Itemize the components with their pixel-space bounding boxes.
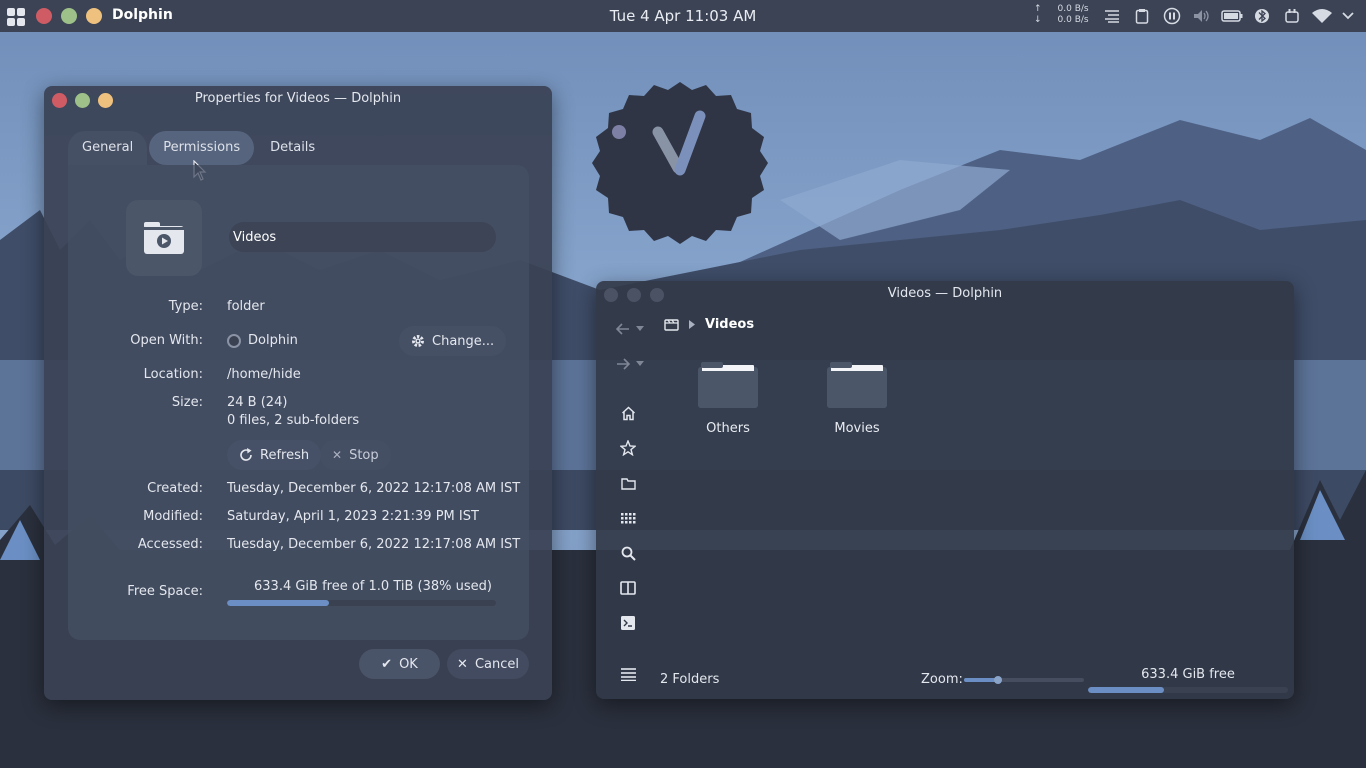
folder-item[interactable]: Movies [817, 361, 897, 436]
free-space-bar-fill [227, 600, 330, 606]
gear-icon [412, 335, 424, 347]
type-value: folder [227, 299, 265, 314]
clock[interactable]: Tue 4 Apr 11:03 AM [560, 7, 806, 25]
open-with-value: Dolphin [227, 333, 298, 348]
stop-button[interactable]: ✕ Stop [320, 440, 391, 470]
folder-icon[interactable] [617, 472, 639, 494]
checkmark-icon: ✔ [381, 656, 393, 672]
pause-icon[interactable] [1162, 7, 1182, 25]
zoom-label: Zoom: [921, 672, 963, 687]
forward-button[interactable] [616, 355, 652, 373]
folder-video-icon[interactable] [126, 200, 202, 276]
chevron-down-icon [636, 361, 644, 366]
folder-icon [827, 362, 887, 408]
window-title: Properties for Videos — Dolphin [194, 91, 402, 106]
stop-button-label: Stop [349, 447, 379, 463]
star-icon[interactable] [617, 437, 639, 459]
download-arrow-icon: ↓ [1034, 15, 1042, 25]
accessed-label: Accessed: [137, 537, 203, 552]
chevron-down-icon[interactable] [1341, 7, 1355, 25]
chevron-down-icon [636, 326, 644, 331]
folder-item[interactable]: Others [688, 361, 768, 436]
dolphin-app-icon [227, 333, 241, 348]
refresh-button[interactable]: Refresh [227, 440, 322, 470]
change-button[interactable]: Change... [399, 326, 507, 356]
modified-label: Modified: [143, 509, 203, 524]
properties-window: Properties for Videos — Dolphin General … [44, 86, 552, 700]
app-launcher-icon[interactable] [7, 8, 25, 26]
home-icon[interactable] [617, 402, 639, 424]
volume-icon[interactable] [1192, 7, 1212, 25]
free-space-value: 633.4 GiB free of 1.0 TiB (38% used) [254, 579, 492, 594]
zoom-slider-handle[interactable] [993, 676, 1002, 684]
maximize-window-button[interactable] [86, 8, 102, 24]
size-label: Size: [171, 395, 203, 410]
tab-details[interactable]: Details [256, 131, 329, 165]
free-space-text: 633.4 GiB free [1141, 667, 1235, 682]
open-with-app-name: Dolphin [248, 333, 298, 348]
wifi-icon[interactable] [1311, 7, 1333, 25]
name-field[interactable] [229, 222, 496, 252]
download-speed: 0.0 B/s [1057, 15, 1089, 25]
status-count: 2 Folders [660, 672, 720, 687]
breadcrumb-current[interactable]: Videos [705, 317, 754, 332]
folder-label: Movies [834, 421, 880, 436]
modified-value: Saturday, April 1, 2023 2:21:39 PM IST [227, 509, 479, 524]
minimize-window-button[interactable] [61, 8, 77, 24]
refresh-button-label: Refresh [260, 447, 310, 463]
list-icon[interactable] [1103, 7, 1121, 25]
close-window-button[interactable] [36, 8, 52, 24]
ok-button-label: OK [399, 656, 418, 672]
back-button[interactable] [616, 320, 652, 338]
zoom-slider-fill [964, 676, 1002, 684]
tab-general[interactable]: General [68, 131, 148, 165]
upload-arrow-icon: ↑ [1034, 4, 1042, 14]
arrow-right-icon [617, 358, 630, 370]
terminal-icon[interactable] [617, 612, 639, 634]
breadcrumb[interactable]: Videos [664, 315, 754, 333]
video-folder-icon [664, 319, 679, 331]
size-value: 24 B (24) [227, 395, 288, 410]
split-view-icon[interactable] [617, 577, 639, 599]
app-badge-logo [592, 82, 768, 244]
cancel-button[interactable]: ✕ Cancel [447, 649, 529, 679]
cancel-x-icon: ✕ [457, 656, 468, 672]
created-value: Tuesday, December 6, 2022 12:17:08 AM IS… [227, 481, 521, 496]
zoom-slider[interactable] [964, 676, 1084, 684]
stop-x-icon: ✕ [332, 448, 343, 462]
change-button-label: Change... [432, 333, 495, 349]
clipboard-icon[interactable] [1133, 7, 1151, 25]
size-detail: 0 files, 2 sub-folders [227, 413, 360, 428]
top-panel: Dolphin Tue 4 Apr 11:03 AM ↑ 0.0 B/s ↓ 0.0… [0, 0, 1366, 32]
location-value: /home/hide [227, 367, 301, 382]
network-speed: ↑ 0.0 B/s ↓ 0.0 B/s [1034, 4, 1089, 26]
free-space-bar-fill [1088, 687, 1164, 693]
chevron-right-icon [689, 319, 695, 329]
ok-button[interactable]: ✔ OK [359, 649, 440, 679]
type-label: Type: [168, 299, 203, 314]
free-space-label: Free Space: [127, 584, 203, 599]
plug-icon[interactable] [1282, 7, 1302, 25]
arrow-left-icon [616, 323, 629, 335]
battery-icon[interactable] [1221, 7, 1243, 25]
active-app-name[interactable]: Dolphin [112, 7, 173, 23]
menu-icon[interactable] [617, 663, 639, 685]
window-title: Videos — Dolphin [887, 286, 1003, 301]
free-space-bar [227, 600, 496, 606]
folder-label: Others [706, 421, 750, 436]
accessed-value: Tuesday, December 6, 2022 12:17:08 AM IS… [227, 537, 521, 552]
folder-icon [698, 362, 758, 408]
open-with-label: Open With: [130, 333, 203, 348]
cancel-button-label: Cancel [474, 656, 519, 672]
created-label: Created: [147, 481, 203, 496]
refresh-icon [240, 448, 252, 461]
search-icon[interactable] [617, 542, 639, 564]
location-label: Location: [143, 367, 203, 382]
bluetooth-icon[interactable] [1253, 7, 1271, 25]
apps-grid-icon[interactable] [617, 507, 639, 529]
dolphin-window: Videos — Dolphin Videos Others Movies 2 … [596, 281, 1294, 699]
free-space-bar [1088, 687, 1288, 693]
upload-speed: 0.0 B/s [1057, 4, 1089, 14]
